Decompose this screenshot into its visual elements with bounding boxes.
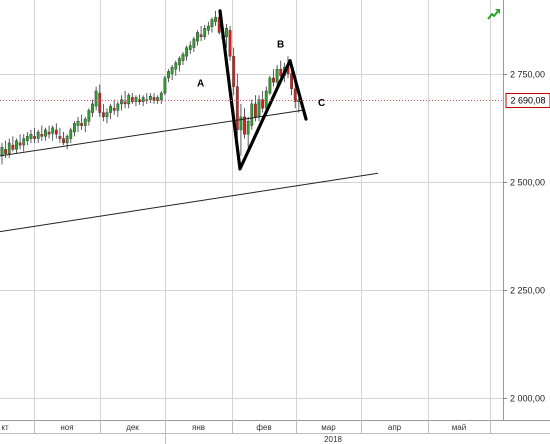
candle <box>228 25 232 61</box>
candle-body <box>0 147 4 157</box>
candle-body <box>196 32 199 42</box>
candle-body <box>80 123 84 126</box>
month-label: май <box>452 423 466 432</box>
candle-body <box>279 69 283 76</box>
candle-body <box>76 121 80 126</box>
chart-background <box>0 0 550 444</box>
candle-body <box>253 103 257 118</box>
candle-body <box>83 118 87 126</box>
candle-body <box>149 95 152 100</box>
candle-body <box>54 129 58 135</box>
month-label: кт <box>1 423 9 432</box>
price-tick-label: 2 250,00 <box>510 286 545 296</box>
candle-body <box>11 144 15 150</box>
candle-body <box>272 77 275 83</box>
candle-body <box>18 142 22 146</box>
candle-body <box>232 56 236 87</box>
candle-body <box>127 95 131 105</box>
candle <box>268 75 272 96</box>
candle-body <box>181 53 185 61</box>
current-price-label: 2 690,08 <box>510 96 545 106</box>
candle-body <box>116 103 120 111</box>
candle-body <box>268 77 272 94</box>
month-label: дек <box>126 423 139 432</box>
candle-body <box>214 17 217 22</box>
candle-body <box>152 97 156 101</box>
candle-body <box>29 134 33 139</box>
candle-body <box>264 90 268 109</box>
month-label: янв <box>192 423 205 432</box>
candle-body <box>87 110 91 122</box>
candle-body <box>51 127 55 134</box>
candle-body <box>203 27 207 38</box>
candle-body <box>170 66 174 74</box>
candle-body <box>22 138 26 146</box>
candle-body <box>225 27 228 38</box>
wave-label-b: B <box>277 40 284 51</box>
candle-body <box>4 149 8 154</box>
candle-body <box>109 105 113 113</box>
candle-body <box>130 97 134 102</box>
candle-body <box>36 131 40 139</box>
price-tick-label: 2 500,00 <box>510 178 545 188</box>
candle-body <box>69 129 73 139</box>
candle-body <box>7 142 11 154</box>
month-label: ноя <box>60 423 73 432</box>
price-tick-label: 2 000,00 <box>510 394 545 404</box>
candle-body <box>192 38 196 48</box>
candle-body <box>174 62 178 70</box>
candle-body <box>105 112 109 118</box>
candle-body <box>58 136 62 139</box>
candle-body <box>62 138 65 144</box>
candle-body <box>239 116 243 131</box>
candle-body <box>134 97 138 102</box>
candle-body <box>228 30 232 57</box>
candle-body <box>101 112 105 118</box>
month-label: фев <box>256 423 271 432</box>
candle-body <box>163 77 167 94</box>
candle-body <box>275 69 279 83</box>
candle-body <box>159 92 163 100</box>
candle-body <box>156 97 160 101</box>
candle-body <box>177 58 181 66</box>
candle-body <box>15 140 18 150</box>
candle-body <box>141 97 145 102</box>
candle-body <box>25 136 29 141</box>
candle-body <box>293 88 297 102</box>
candle-body <box>290 73 293 89</box>
candle-body <box>72 123 76 133</box>
candle-body <box>185 47 189 57</box>
time-axis-background <box>0 420 550 444</box>
candle-body <box>257 99 261 118</box>
candle-body <box>235 86 239 131</box>
candle-body <box>65 136 69 144</box>
candle <box>163 75 167 96</box>
candle-body <box>210 19 214 28</box>
candle-body <box>33 136 36 139</box>
candlestick-chart[interactable]: A B C 2 750,00 2 500,00 2 250,00 2 000,00 2 6… <box>0 0 550 444</box>
candle-body <box>40 134 44 137</box>
candle-body <box>250 103 254 126</box>
candle-body <box>98 92 102 113</box>
candle-body <box>188 45 192 50</box>
current-price-marker: 2 690,08 <box>505 93 550 108</box>
candle <box>250 99 254 130</box>
candle-body <box>199 34 203 38</box>
price-tick-label: 2 750,00 <box>510 70 545 80</box>
year-label: 2018 <box>324 435 342 444</box>
candle-body <box>123 101 127 105</box>
candle-body <box>44 129 47 137</box>
candle-body <box>91 103 94 113</box>
candle-body <box>206 25 210 31</box>
candle-body <box>167 71 170 79</box>
candle-body <box>112 108 116 111</box>
wave-label-a: A <box>197 79 204 90</box>
wave-label-c: C <box>318 98 325 109</box>
candle-body <box>246 121 250 135</box>
month-label: апр <box>388 423 402 432</box>
candle-body <box>94 90 98 107</box>
candle-body <box>47 131 51 135</box>
month-label: мар <box>321 423 336 432</box>
